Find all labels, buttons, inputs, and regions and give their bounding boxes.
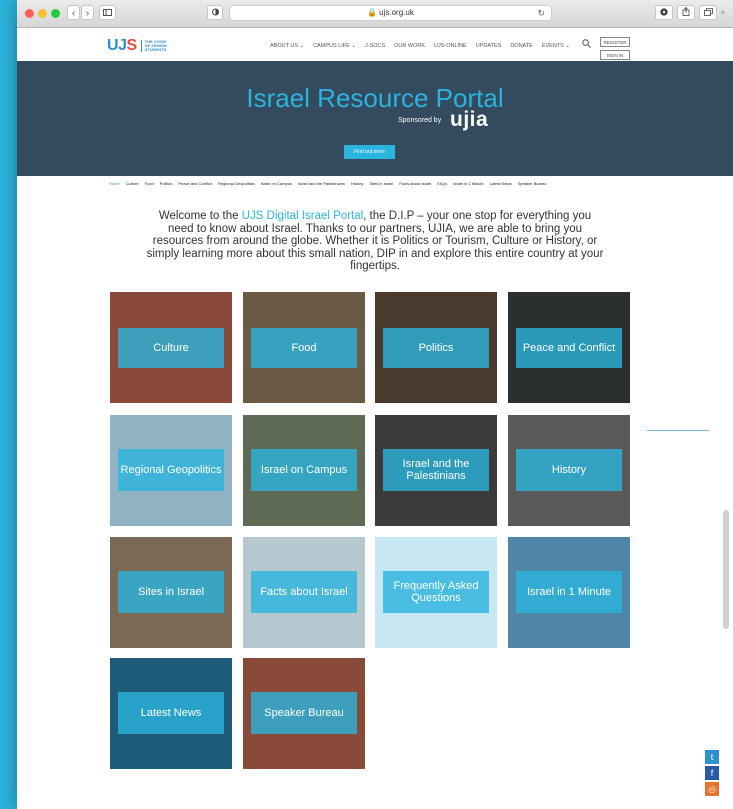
nav-donate[interactable]: DONATE [510,43,533,49]
back-button[interactable]: ‹ [67,5,80,20]
instagram-icon[interactable]: ◎ [705,782,719,796]
register-button[interactable]: REGISTER [600,37,630,47]
subnav-israel-and-the-palestinians[interactable]: Israel and the Palestinians [298,181,345,186]
tabs-button[interactable] [699,5,717,20]
reload-icon[interactable]: ↻ [537,6,545,20]
nav-j-socs[interactable]: J-SOCS [365,43,385,49]
subnav-latest-news[interactable]: Latest News [490,181,512,186]
subnav-regional-geopolitics[interactable]: Regional Geopolitics [218,181,255,186]
tile-label: Peace and Conflict [516,328,622,368]
subnav-politics[interactable]: Politics [160,181,173,186]
subnav-sites-in-israel[interactable]: Sites in Israel [369,181,393,186]
tile-label: Latest News [118,692,224,734]
nav-updates[interactable]: UPDATES [476,43,502,49]
minimize-window-button[interactable] [38,9,47,18]
tile-label: Israel and the Palestinians [383,449,489,491]
logo-mark: UJS [107,37,137,54]
tile-culture[interactable]: Culture [110,292,232,403]
lock-icon: 🔒 [367,8,378,17]
tile-sites-in-israel[interactable]: Sites in Israel [110,537,232,648]
sponsored-by-text: Sponsored by [398,117,442,124]
tile-israel-in-1-minute[interactable]: Israel in 1 Minute [508,537,630,648]
tile-speaker-bureau[interactable]: Speaker Bureau [243,658,365,769]
tile-label: Politics [383,328,489,368]
nav-ujs-online[interactable]: UJS-ONLINE [434,43,467,49]
tile-label: Frequently Asked Questions [383,571,489,613]
tile-label: Israel in 1 Minute [516,571,622,613]
subnav-history[interactable]: History [351,181,363,186]
tile-israel-on-campus[interactable]: Israel on Campus [243,415,365,526]
nav-events[interactable]: EVENTS ⌄ [542,43,570,49]
subnav-israel-in-1-minute[interactable]: Israel in 1 Minute [453,181,483,186]
address-bar[interactable]: 🔒 ujs.org.uk ↻ [229,5,552,21]
tile-label: History [516,449,622,491]
tile-label: Israel on Campus [251,449,357,491]
shield-icon [211,8,219,16]
facebook-icon[interactable]: f [705,766,719,780]
subnav-home[interactable]: Home [109,181,120,186]
sign-in-button[interactable]: SIGN IN [600,50,630,60]
find-out-more-button[interactable]: Find out more [344,145,395,159]
share-icon [682,6,690,16]
share-button[interactable] [677,5,695,20]
tile-food[interactable]: Food [243,292,365,403]
tile-label: Speaker Bureau [251,692,357,734]
zoom-window-button[interactable] [51,9,60,18]
subnav-facts-about-israel[interactable]: Facts about Israel [399,181,431,186]
tile-label: Facts about Israel [251,571,357,613]
site-header: UJS THE VOICE OF JEWISH STUDENTS ABOUT U… [17,28,733,61]
tile-israel-and-the-palestinians[interactable]: Israel and the Palestinians [375,415,497,526]
ujs-logo[interactable]: UJS THE VOICE OF JEWISH STUDENTS [107,37,167,55]
tile-label: Regional Geopolitics [118,449,224,491]
sidebar-toggle-button[interactable] [99,5,116,20]
download-icon [660,8,668,16]
portal-subnav: Home Culture Food Politics Peace and Con… [109,181,547,186]
tile-peace-and-conflict[interactable]: Peace and Conflict [508,292,630,403]
tile-politics[interactable]: Politics [375,292,497,403]
intro-portal-link[interactable]: UJS Digital Israel Portal [242,210,363,222]
address-url: ujs.org.uk [379,8,414,17]
tile-label: Food [251,328,357,368]
nav-our-work[interactable]: OUR WORK [394,43,425,49]
nav-about-us[interactable]: ABOUT US ⌄ [270,43,304,49]
hero-banner: Israel Resource Portal Sponsored by ujia… [17,61,733,176]
downloads-button[interactable] [655,5,673,20]
subnav-culture[interactable]: Culture [126,181,139,186]
browser-toolbar: ‹ › 🔒 ujs.org.uk ↻ + [17,0,733,28]
subnav-israel-on-campus[interactable]: Israel on Campus [261,181,292,186]
intro-text: Welcome to the UJS Digital Israel Portal… [145,210,605,273]
tile-label: Culture [118,328,224,368]
hero-title: Israel Resource Portal [246,83,504,113]
tile-label: Sites in Israel [118,571,224,613]
subnav-faqs[interactable]: FAQs [437,181,447,186]
tabs-icon [703,8,713,16]
tile-history[interactable]: History [508,415,630,526]
twitter-icon[interactable]: t [705,750,719,764]
logo-tagline: THE VOICE OF JEWISH STUDENTS [140,40,167,52]
tile-regional-geopolitics[interactable]: Regional Geopolitics [110,415,232,526]
forward-button[interactable]: › [81,5,94,20]
close-window-button[interactable] [25,9,34,18]
nav-campus-life[interactable]: CAMPUS LIFE ⌄ [313,43,356,49]
subnav-speaker-bureau[interactable]: Speaker Bureau [518,181,547,186]
ujia-logo: ujia [450,108,489,131]
sidebar-icon [103,9,112,16]
subnav-food[interactable]: Food [145,181,154,186]
tile-latest-news[interactable]: Latest News [110,658,232,769]
tile-facts-about-israel[interactable]: Facts about Israel [243,537,365,648]
annotation-line [647,430,709,431]
subnav-peace-and-conflict[interactable]: Peace and Conflict [178,181,212,186]
browser-window: ‹ › 🔒 ujs.org.uk ↻ + UJS THE VOICE OF JEW… [17,0,733,809]
main-nav: ABOUT US ⌄ CAMPUS LIFE ⌄ J-SOCS OUR WORK… [270,43,570,49]
page-scrollbar-thumb[interactable] [723,510,729,629]
new-tab-button[interactable]: + [720,8,726,19]
search-icon[interactable] [582,39,591,48]
tile-faqs[interactable]: Frequently Asked Questions [375,537,497,648]
privacy-button[interactable] [207,5,223,20]
intro-part: Welcome to the [158,210,242,222]
